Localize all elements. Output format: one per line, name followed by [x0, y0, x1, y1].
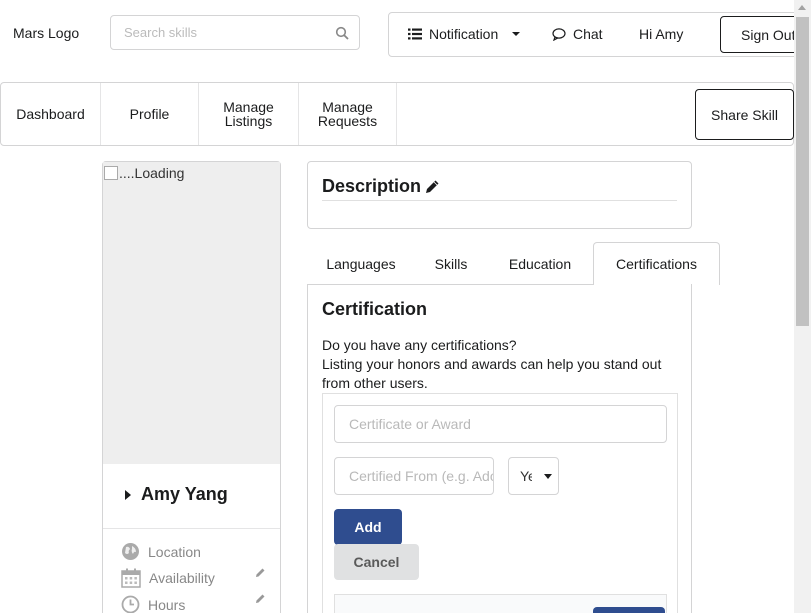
notification-dropdown[interactable]: Notification [408, 26, 522, 42]
profile-photo: ....Loading [103, 162, 280, 464]
list-icon [408, 28, 422, 40]
certificate-name-input[interactable] [334, 405, 667, 443]
hours-label: Hours [148, 596, 186, 613]
nav-manage-requests[interactable]: Manage Requests [299, 83, 397, 145]
profile-nav-menu: Dashboard Profile Manage Listings Manage… [0, 82, 794, 146]
scrollbar-thumb[interactable] [796, 17, 809, 326]
search-icon[interactable] [335, 26, 349, 40]
clock-icon [121, 595, 140, 613]
certification-description: Do you have any certifications? Listing … [322, 336, 667, 393]
add-certification-form: Year Add Cancel [322, 393, 678, 613]
nav-manage-listings[interactable]: Manage Listings [199, 83, 299, 145]
broken-image-icon [104, 166, 118, 180]
profile-name-toggle[interactable]: Amy Yang [125, 484, 228, 505]
profile-photo-alt: ....Loading [104, 165, 184, 181]
location-label: Location [148, 543, 201, 560]
top-menu: Notification Chat Hi Amy Sign Out [388, 12, 811, 57]
add-certification-button[interactable]: Add [334, 509, 402, 545]
add-new-button[interactable] [593, 607, 665, 613]
chat-link[interactable]: Chat [552, 26, 603, 42]
description-card: Description [307, 161, 692, 229]
notification-label: Notification [429, 26, 499, 42]
location-row: Location [121, 542, 201, 561]
description-header: Description [322, 176, 440, 197]
tab-education[interactable]: Education [487, 242, 593, 285]
certification-prompt: Do you have any certifications? [322, 337, 517, 353]
dropdown-caret-icon [544, 474, 552, 479]
calendar-icon [121, 568, 141, 588]
search-box[interactable] [110, 15, 360, 50]
user-greeting[interactable]: Hi Amy [639, 26, 683, 42]
certifications-table-header [334, 594, 667, 613]
hours-row: Hours [121, 595, 185, 613]
edit-availability-pencil-icon[interactable] [255, 567, 266, 578]
share-skill-button[interactable]: Share Skill [695, 89, 794, 140]
chat-bubble-icon [552, 27, 566, 41]
cancel-button[interactable]: Cancel [334, 544, 419, 580]
certification-panel: Certification Do you have any certificat… [307, 284, 692, 613]
caret-right-icon [125, 489, 131, 500]
scroll-up-arrow-icon[interactable] [798, 5, 806, 10]
site-logo[interactable]: Mars Logo [13, 25, 79, 41]
description-title: Description [322, 176, 422, 196]
availability-row: Availability [121, 568, 215, 588]
page-scrollbar[interactable] [794, 0, 811, 613]
profile-name: Amy Yang [141, 484, 228, 504]
chat-label: Chat [573, 26, 603, 42]
certification-help-text: Listing your honors and awards can help … [322, 356, 662, 391]
availability-label: Availability [149, 570, 215, 586]
search-input[interactable] [111, 16, 321, 49]
dropdown-caret-icon [512, 32, 521, 36]
nav-dashboard[interactable]: Dashboard [1, 83, 101, 145]
certified-from-input[interactable] [334, 457, 494, 495]
nav-profile[interactable]: Profile [101, 83, 199, 145]
tab-skills[interactable]: Skills [415, 242, 487, 285]
card-divider [103, 528, 280, 529]
year-select[interactable]: Year [508, 457, 559, 495]
tab-languages[interactable]: Languages [307, 242, 415, 285]
profile-card: ....Loading Amy Yang Location Availabili… [102, 161, 281, 613]
year-select-value: Year [520, 468, 532, 484]
tab-certifications[interactable]: Certifications [593, 242, 720, 285]
edit-hours-pencil-icon[interactable] [255, 593, 266, 604]
edit-description-pencil-icon[interactable] [425, 179, 440, 194]
description-divider [322, 200, 677, 201]
photo-alt-text: ....Loading [119, 165, 185, 181]
certification-heading: Certification [322, 299, 428, 319]
globe-icon [122, 543, 139, 560]
